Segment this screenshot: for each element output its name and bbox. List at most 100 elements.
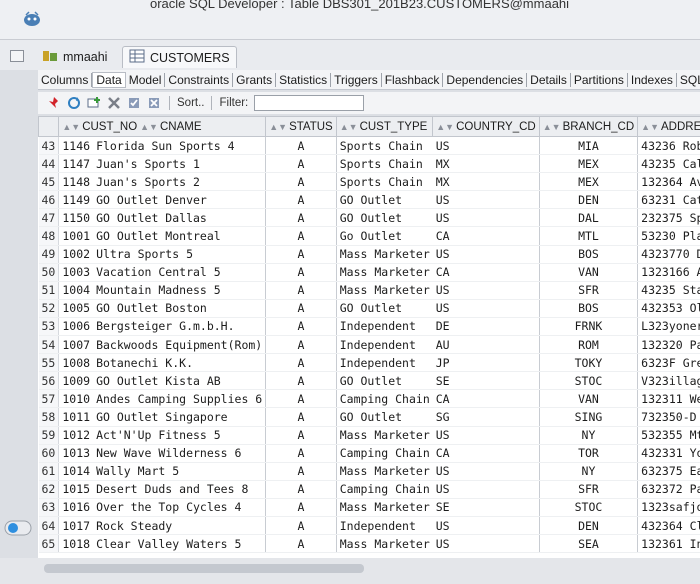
cell-cust-type[interactable]: Mass Marketer <box>336 245 433 264</box>
cell-cust-no[interactable]: 1004 <box>58 281 94 300</box>
cell-cust-type[interactable]: Independent <box>336 516 433 536</box>
cell-address[interactable]: 43235 Statesi <box>637 281 700 300</box>
cell-address[interactable]: 432353 Old Cr <box>637 299 700 318</box>
cell-status[interactable]: A <box>265 426 337 445</box>
cell-cust-no[interactable]: 1002 <box>58 245 94 264</box>
cell-cust-type[interactable]: GO Outlet <box>336 208 433 228</box>
cell-status[interactable]: A <box>265 534 337 554</box>
cell-cname[interactable]: New Wave Wilderness 6 <box>93 444 267 463</box>
sort-button[interactable]: Sort.. <box>177 97 204 109</box>
table-row[interactable]: 51 1004 Mountain Madness 5 A Mass Marketer US… <box>38 281 700 300</box>
table-row[interactable]: 52 1005 GO Outlet Boston A GO Outlet US BOS 432… <box>38 299 700 318</box>
cell-country[interactable]: US <box>432 245 540 264</box>
cell-status[interactable]: A <box>265 172 337 192</box>
subtab-model[interactable]: Model <box>126 72 166 87</box>
cell-cust-type[interactable]: Mass Marketer <box>336 281 433 300</box>
cell-branch[interactable]: DEN <box>539 516 639 536</box>
subtab-indexes[interactable]: Indexes <box>628 72 677 87</box>
cell-country[interactable]: CA <box>432 263 540 282</box>
cell-cname[interactable]: Bergsteiger G.m.b.H. <box>93 317 267 337</box>
cell-cname[interactable]: Wally Mart 5 <box>93 462 267 481</box>
cell-status[interactable]: A <box>265 498 337 517</box>
subtab-details[interactable]: Details <box>527 72 571 87</box>
cell-branch[interactable]: SFR <box>539 281 639 300</box>
cell-branch[interactable]: STOC <box>539 371 639 391</box>
cell-cust-type[interactable]: Camping Chain <box>336 444 433 463</box>
cell-cname[interactable]: Ultra Sports 5 <box>93 245 267 264</box>
cell-cname[interactable]: Botanechi K.K. <box>93 353 267 373</box>
table-row[interactable]: 57 1010 Andes Camping Supplies 6 A Camping C… <box>38 389 700 409</box>
subtab-data[interactable]: Data <box>92 71 126 88</box>
cell-address[interactable]: 132361 Industr <box>637 534 700 554</box>
subtab-grants[interactable]: Grants <box>233 72 277 87</box>
cell-status[interactable]: A <box>265 317 337 337</box>
column-header-branch-cd[interactable]: ▲▼ BRANCH_CD <box>538 116 639 137</box>
cell-cust-no[interactable]: 1148 <box>58 172 94 192</box>
pin-icon[interactable] <box>46 95 62 111</box>
table-row[interactable]: 65 1018 Clear Valley Waters 5 A Mass Markete… <box>38 534 700 554</box>
cell-cust-no[interactable]: 1013 <box>58 444 94 463</box>
cell-status[interactable]: A <box>265 389 337 409</box>
table-row[interactable]: 62 1015 Desert Duds and Tees 8 A Camping Cha… <box>38 480 700 499</box>
cell-address[interactable]: 132311 West L <box>637 389 700 409</box>
cell-cust-no[interactable]: 1150 <box>58 208 94 228</box>
cell-cust-type[interactable]: Mass Marketer <box>336 498 433 517</box>
cell-address[interactable]: 432331 Yonge <box>637 444 700 463</box>
subtab-dependencies[interactable]: Dependencies <box>443 72 528 87</box>
cell-cust-no[interactable]: 1003 <box>58 263 94 282</box>
table-row[interactable]: 45 1148 Juan's Sports 2 A Sports Chain MX MEX 1… <box>38 172 700 192</box>
table-row[interactable]: 46 1149 GO Outlet Denver A GO Outlet US DEN 632… <box>38 190 700 210</box>
cell-cust-no[interactable]: 1005 <box>58 299 94 318</box>
cell-branch[interactable]: MEX <box>539 154 639 174</box>
cell-cust-no[interactable]: 1012 <box>58 426 94 445</box>
cell-address[interactable]: 43235 Calle <box>637 154 700 174</box>
cell-country[interactable]: US <box>432 534 540 554</box>
cell-status[interactable]: A <box>265 407 337 427</box>
cell-cust-type[interactable]: Camping Chain <box>336 480 433 499</box>
cell-status[interactable]: A <box>265 245 337 264</box>
cell-branch[interactable]: FRNK <box>539 317 639 337</box>
cell-cust-no[interactable]: 1008 <box>58 353 94 373</box>
cell-cname[interactable]: Rock Steady <box>93 516 267 536</box>
cell-address[interactable]: 632372 Parkvie <box>637 480 700 499</box>
cell-cust-no[interactable]: 1018 <box>58 534 94 554</box>
cell-country[interactable]: US <box>432 480 540 499</box>
cell-branch[interactable]: NY <box>539 462 639 481</box>
cell-branch[interactable]: TOKY <box>539 353 639 373</box>
cell-address[interactable]: 432364 Clear W <box>637 516 700 536</box>
table-row[interactable]: 44 1147 Juan's Sports 1 A Sports Chain MX MEX 4… <box>38 154 700 174</box>
cell-status[interactable]: A <box>265 263 337 282</box>
table-row[interactable]: 64 1017 Rock Steady A Independent US DEN 432364… <box>38 516 700 536</box>
cell-cust-no[interactable]: 1007 <box>58 335 94 355</box>
refresh-icon[interactable] <box>66 95 82 111</box>
cell-cname[interactable]: Juan's Sports 1 <box>93 154 267 174</box>
cell-branch[interactable]: TOR <box>539 444 639 463</box>
cell-address[interactable]: 4323770 Duke <box>637 245 700 264</box>
cell-cust-type[interactable]: Independent <box>336 353 433 373</box>
cell-cust-no[interactable]: 1147 <box>58 154 94 174</box>
column-header-address1[interactable]: ▲▼ADDRESS1 <box>637 116 700 137</box>
table-row[interactable]: 47 1150 GO Outlet Dallas A GO Outlet US DAL 232… <box>38 208 700 228</box>
cell-cname[interactable]: Clear Valley Waters 5 <box>93 534 267 554</box>
cell-address[interactable]: 63231 Cathca <box>637 190 700 210</box>
cell-cust-no[interactable]: 1014 <box>58 462 94 481</box>
cell-cust-no[interactable]: 1011 <box>58 407 94 427</box>
cell-country[interactable]: MX <box>432 172 540 192</box>
cell-status[interactable]: A <box>265 480 337 499</box>
cell-cname[interactable]: GO Outlet Boston <box>93 299 267 318</box>
cell-cust-type[interactable]: GO Outlet <box>336 407 433 427</box>
cell-address[interactable]: V323illagatan <box>637 371 700 391</box>
table-row[interactable]: 49 1002 Ultra Sports 5 A Mass Marketer US BOS 4… <box>38 245 700 264</box>
cell-address[interactable]: 232375 Spark <box>637 208 700 228</box>
cell-address[interactable]: 732350-D Chai <box>637 407 700 427</box>
cell-branch[interactable]: VAN <box>539 389 639 409</box>
cell-cust-type[interactable]: Camping Chain <box>336 389 433 409</box>
cell-status[interactable]: A <box>265 299 337 318</box>
restore-window-icon[interactable] <box>10 50 24 62</box>
table-row[interactable]: 59 1012 Act'N'Up Fitness 5 A Mass Marketer US… <box>38 426 700 445</box>
cell-branch[interactable]: SING <box>539 407 639 427</box>
cell-country[interactable]: SE <box>432 498 540 517</box>
cell-country[interactable]: CA <box>432 444 540 463</box>
cell-cname[interactable]: Desert Duds and Tees 8 <box>93 480 267 499</box>
table-row[interactable]: 53 1006 Bergsteiger G.m.b.H. A Independent DE… <box>38 317 700 337</box>
